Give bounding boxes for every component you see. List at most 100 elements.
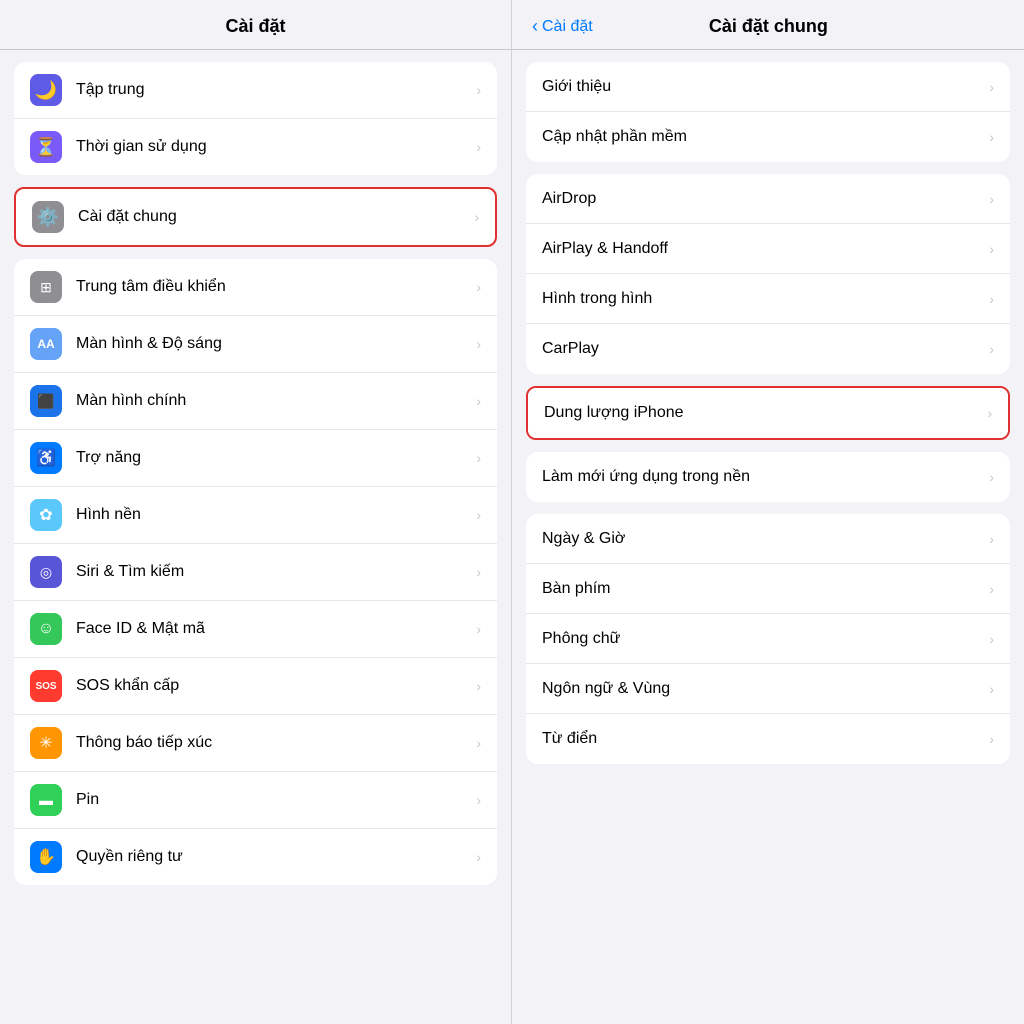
chevron-icon: › [474,209,479,225]
right-group-2: AirDrop › AirPlay & Handoff › Hình trong… [526,174,1010,374]
sidebar-item-thong-bao[interactable]: ✳ Thông báo tiếp xúc › [14,715,497,772]
ngay-gio-label: Ngày & Giờ [542,530,989,548]
man-hinh-icon: AA [30,328,62,360]
airplay-label: AirPlay & Handoff [542,240,989,258]
sos-label: SOS khẩn cấp [76,677,470,695]
right-item-ngay-gio[interactable]: Ngày & Giờ › [526,514,1010,564]
left-title: Cài đặt [225,16,285,36]
hinh-nen-icon: ✿ [30,499,62,531]
ban-phim-label: Bàn phím [542,580,989,598]
lam-moi-label: Làm mới ứng dụng trong nền [542,468,989,486]
trung-tam-icon: ⊞ [30,271,62,303]
siri-label: Siri & Tìm kiếm [76,563,470,581]
back-label: Cài đặt [542,18,593,36]
tro-nang-label: Trợ năng [76,449,470,467]
chevron-icon: › [476,139,481,155]
sidebar-item-face-id[interactable]: ☺ Face ID & Mật mã › [14,601,497,658]
right-item-cap-nhat[interactable]: Cập nhật phần mềm › [526,112,1010,162]
pin-icon: ▬ [30,784,62,816]
chevron-icon: › [989,469,994,485]
chevron-icon: › [989,531,994,547]
sidebar-item-man-hinh-chinh[interactable]: ⬛ Màn hình chính › [14,373,497,430]
right-item-phong-chu[interactable]: Phông chữ › [526,614,1010,664]
right-item-gioi-thieu[interactable]: Giới thiệu › [526,62,1010,112]
chevron-icon: › [987,405,992,421]
chevron-icon: › [989,291,994,307]
quyen-rieng-icon: ✋ [30,841,62,873]
chevron-icon: › [476,82,481,98]
highlighted-dung-luong-group: Dung lượng iPhone › [526,386,1010,440]
gioi-thieu-label: Giới thiệu [542,78,989,96]
face-id-icon: ☺ [30,613,62,645]
right-item-airdrop[interactable]: AirDrop › [526,174,1010,224]
cap-nhat-label: Cập nhật phần mềm [542,128,989,146]
chevron-icon: › [989,731,994,747]
siri-icon: ◎ [30,556,62,588]
face-id-label: Face ID & Mật mã [76,620,470,638]
trung-tam-label: Trung tâm điều khiển [76,278,470,296]
phong-chu-label: Phông chữ [542,630,989,648]
right-item-lam-moi[interactable]: Làm mới ứng dụng trong nền › [526,452,1010,502]
sidebar-item-man-hinh-do-sang[interactable]: AA Màn hình & Độ sáng › [14,316,497,373]
sos-icon: SOS [30,670,62,702]
right-item-hinh-trong-hinh[interactable]: Hình trong hình › [526,274,1010,324]
right-header: ‹ Cài đặt Cài đặt chung [512,0,1024,50]
sidebar-item-pin[interactable]: ▬ Pin › [14,772,497,829]
back-chevron-icon: ‹ [532,16,538,37]
carplay-label: CarPlay [542,340,989,358]
man-hinh-label: Màn hình & Độ sáng [76,335,470,353]
man-hinh-chinh-icon: ⬛ [30,385,62,417]
ngon-ngu-label: Ngôn ngữ & Vùng [542,680,989,698]
sidebar-item-trung-tam[interactable]: ⊞ Trung tâm điều khiển › [14,259,497,316]
hinh-nen-label: Hình nền [76,506,470,524]
hinh-trong-hinh-label: Hình trong hình [542,290,989,308]
thoi-gian-label: Thời gian sử dụng [76,138,470,156]
tu-dien-label: Từ điển [542,730,989,748]
tap-trung-icon: 🌙 [30,74,62,106]
airdrop-label: AirDrop [542,190,989,208]
right-group-3: Làm mới ứng dụng trong nền › [526,452,1010,502]
chevron-icon: › [989,681,994,697]
thong-bao-label: Thông báo tiếp xúc [76,734,470,752]
sidebar-item-thoi-gian[interactable]: ⏳ Thời gian sử dụng › [14,119,497,175]
tro-nang-icon: ♿ [30,442,62,474]
chevron-icon: › [989,79,994,95]
highlighted-cai-dat-chung-group: ⚙️ Cài đặt chung › [14,187,497,247]
quyen-rieng-label: Quyền riêng tư [76,848,470,866]
left-group-3: ⊞ Trung tâm điều khiển › AA Màn hình & Đ… [14,259,497,885]
cai-dat-chung-icon: ⚙️ [32,201,64,233]
right-panel: ‹ Cài đặt Cài đặt chung Giới thiệu › Cập… [512,0,1024,1024]
right-item-carplay[interactable]: CarPlay › [526,324,1010,374]
sidebar-item-cai-dat-chung[interactable]: ⚙️ Cài đặt chung › [16,189,495,245]
sidebar-item-quyen-rieng[interactable]: ✋ Quyền riêng tư › [14,829,497,885]
sidebar-item-hinh-nen[interactable]: ✿ Hình nền › [14,487,497,544]
chevron-icon: › [989,631,994,647]
sidebar-item-siri[interactable]: ◎ Siri & Tìm kiếm › [14,544,497,601]
right-item-ngon-ngu[interactable]: Ngôn ngữ & Vùng › [526,664,1010,714]
cai-dat-chung-label: Cài đặt chung [78,208,468,226]
left-group-1: 🌙 Tập trung › ⏳ Thời gian sử dụng › [14,62,497,175]
man-hinh-chinh-label: Màn hình chính [76,392,470,410]
pin-label: Pin [76,791,470,809]
right-group-1: Giới thiệu › Cập nhật phần mềm › [526,62,1010,162]
dung-luong-label: Dung lượng iPhone [544,404,987,422]
right-item-airplay[interactable]: AirPlay & Handoff › [526,224,1010,274]
tap-trung-label: Tập trung [76,81,470,99]
chevron-icon: › [989,241,994,257]
right-group-4: Ngày & Giờ › Bàn phím › Phông chữ › Ngôn… [526,514,1010,764]
right-item-dung-luong[interactable]: Dung lượng iPhone › [528,388,1008,438]
back-button[interactable]: ‹ Cài đặt [532,16,593,37]
thong-bao-icon: ✳ [30,727,62,759]
chevron-icon: › [989,129,994,145]
sidebar-item-tap-trung[interactable]: 🌙 Tập trung › [14,62,497,119]
left-panel: Cài đặt 🌙 Tập trung › ⏳ Thời gian sử dụn… [0,0,512,1024]
sidebar-item-sos[interactable]: SOS SOS khẩn cấp › [14,658,497,715]
thoi-gian-icon: ⏳ [30,131,62,163]
chevron-icon: › [989,581,994,597]
right-item-tu-dien[interactable]: Từ điển › [526,714,1010,764]
sidebar-item-tro-nang[interactable]: ♿ Trợ năng › [14,430,497,487]
left-header: Cài đặt [0,0,511,50]
chevron-icon: › [989,191,994,207]
right-title: Cài đặt chung [593,16,944,37]
right-item-ban-phim[interactable]: Bàn phím › [526,564,1010,614]
